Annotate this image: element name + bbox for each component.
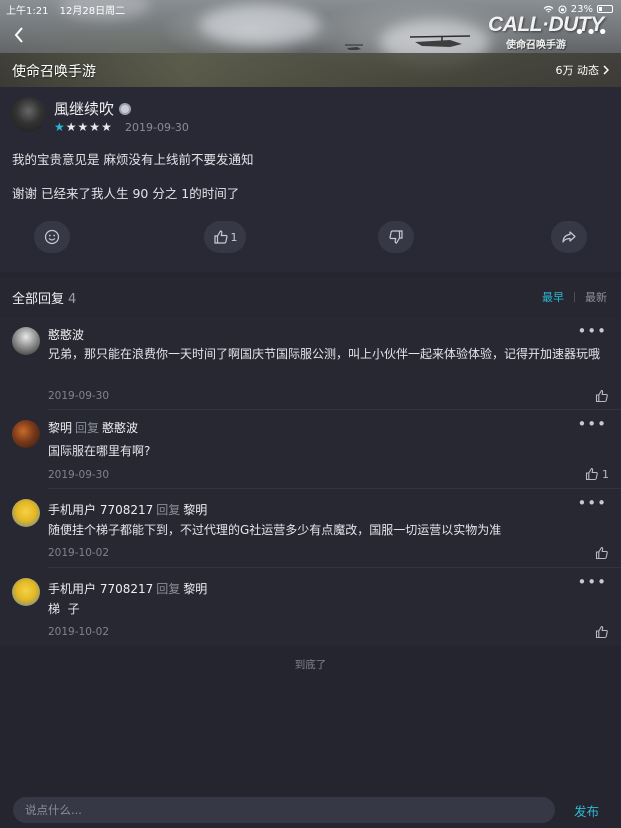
thumbs-up-icon (213, 230, 228, 244)
post-author-name: 風继续吹 (54, 100, 115, 118)
reply-like-button[interactable]: 1 (585, 467, 609, 481)
avatar[interactable] (12, 327, 40, 355)
game-name: 使命召唤手游 (12, 64, 96, 80)
reply-author-name[interactable]: 手机用户 7708217 (48, 503, 153, 517)
star-icon: ★ (89, 120, 101, 134)
reply-item: 黎明 回复 憨憨波 ••• 国际服在哪里有啊? 2019-09-30 1 (0, 410, 621, 489)
status-left: 上午1:21 12月28日周二 (6, 2, 126, 17)
replies-count: 4 (68, 292, 77, 307)
back-button[interactable] (8, 24, 30, 46)
share-button[interactable] (551, 221, 587, 253)
post-text-line: 我的宝贵意见是 麻烦没有上线前不要发通知 (12, 152, 254, 167)
activity-count: 6万 动态 (555, 64, 600, 77)
reply-date: 2019-10-02 (48, 547, 110, 559)
reply-to-name[interactable]: 憨憨波 (102, 421, 138, 435)
reply-text: 国际服在哪里有啊? (48, 444, 151, 458)
star-icon: ★ (54, 120, 65, 134)
avatar[interactable] (12, 420, 40, 448)
reply-text: 梯 子 (48, 602, 80, 616)
post-author[interactable]: 風继续吹 (54, 98, 132, 119)
dislike-button[interactable] (378, 221, 414, 253)
sort-divider (574, 292, 575, 302)
replies-title-label: 全部回复 (12, 292, 65, 307)
post-date: 2019-09-30 (125, 121, 189, 134)
reply-like-button[interactable] (595, 389, 609, 403)
reply-date: 2019-09-30 (48, 390, 110, 402)
star-icon: ★ (77, 120, 89, 134)
reply-label: 回复 (156, 503, 181, 517)
like-button[interactable]: 1 (204, 221, 246, 253)
reply-item: 手机用户 7708217 回复 黎明 ••• 梯 子 2019-10-02 (0, 568, 621, 646)
reply-label: 回复 (156, 582, 181, 596)
reply-author-name[interactable]: 憨憨波 (48, 328, 84, 342)
reply-more-button[interactable]: ••• (577, 494, 607, 512)
reply-date: 2019-10-02 (48, 626, 110, 638)
main-post: 風继续吹 ★ ★ ★ ★ ★ 2019-09-30 我的宝贵意见是 麻烦没有上线… (0, 87, 621, 272)
reply-to-name[interactable]: 黎明 (183, 582, 207, 596)
sort-earliest-tab[interactable]: 最早 (542, 289, 564, 305)
avatar[interactable] (12, 499, 40, 527)
smiley-icon (44, 229, 60, 245)
thumbs-up-icon (595, 389, 608, 403)
thumbs-up-icon (585, 467, 598, 481)
rating-stars: ★ ★ ★ ★ ★ (54, 120, 112, 134)
more-options-button[interactable]: ••• (574, 24, 609, 42)
status-time: 上午1:21 (6, 6, 49, 17)
comment-composer: 发布 (0, 790, 621, 828)
comment-input[interactable] (13, 797, 555, 823)
reply-text: 兄弟，那只能在浪费你一天时间了啊国庆节国际服公测，叫上小伙伴一起来体验体验，记得… (48, 347, 601, 361)
reply-label: 回复 (75, 421, 100, 435)
star-icon: ★ (101, 120, 112, 134)
helicopter-icon (410, 35, 470, 47)
replies-header: 全部回复 4 最早 最新 (0, 278, 621, 316)
reply-item: 手机用户 7708217 回复 黎明 ••• 随便挂个梯子都能下到，不过代理的G社运… (0, 489, 621, 568)
star-icon: ★ (65, 120, 77, 134)
sort-toggle: 最早 最新 (542, 289, 607, 305)
status-date: 12月28日周二 (59, 6, 126, 17)
reply-author: 手机用户 7708217 回复 黎明 (48, 501, 207, 518)
reply-like-count: 1 (602, 467, 609, 481)
thumbs-up-icon (595, 546, 608, 560)
reply-author: 手机用户 7708217 回复 黎明 (48, 580, 207, 597)
emoji-reaction-button[interactable] (34, 221, 70, 253)
reply-to-name[interactable]: 黎明 (183, 503, 207, 517)
level-badge-icon (119, 102, 132, 115)
helicopter-icon (345, 44, 363, 50)
thumbs-down-icon (389, 230, 403, 244)
sort-latest-tab[interactable]: 最新 (585, 289, 607, 305)
reply-date: 2019-09-30 (48, 469, 110, 481)
game-banner: 上午1:21 12月28日周二 23% CALL·DUTY 使命召唤手游 •••… (0, 0, 621, 87)
reply-more-button[interactable]: ••• (577, 573, 607, 591)
reply-author-name[interactable]: 黎明 (48, 421, 72, 435)
end-of-list-text: 到底了 (294, 659, 327, 671)
post-text-line: 谢谢 已经来了我人生 90 分之 1的时间了 (12, 186, 240, 201)
activity-link[interactable]: 6万 动态 (555, 62, 609, 78)
thumbs-up-icon (595, 625, 608, 639)
reply-author-name[interactable]: 手机用户 7708217 (48, 582, 153, 596)
reply-author: 黎明 回复 憨憨波 (48, 419, 138, 436)
like-count: 1 (230, 230, 238, 244)
reply-more-button[interactable]: ••• (577, 322, 607, 340)
reply-item: 憨憨波 ••• 兄弟，那只能在浪费你一天时间了啊国庆节国际服公测，叫上小伙伴一起… (0, 317, 621, 410)
battery-icon (597, 5, 613, 13)
reply-like-button[interactable] (595, 546, 609, 560)
avatar[interactable] (11, 97, 46, 132)
chevron-right-icon (603, 65, 609, 75)
chevron-left-icon (14, 27, 23, 43)
reply-author: 憨憨波 (48, 326, 84, 343)
reply-like-button[interactable] (595, 625, 609, 639)
reply-more-button[interactable]: ••• (577, 415, 607, 433)
avatar[interactable] (12, 578, 40, 606)
replies-title: 全部回复 4 (12, 288, 76, 307)
publish-button[interactable]: 发布 (574, 801, 599, 820)
reply-text: 随便挂个梯子都能下到，不过代理的G社运营多少有点魔改，国服一切运营以实物为准 (48, 523, 502, 537)
share-icon (562, 231, 576, 243)
